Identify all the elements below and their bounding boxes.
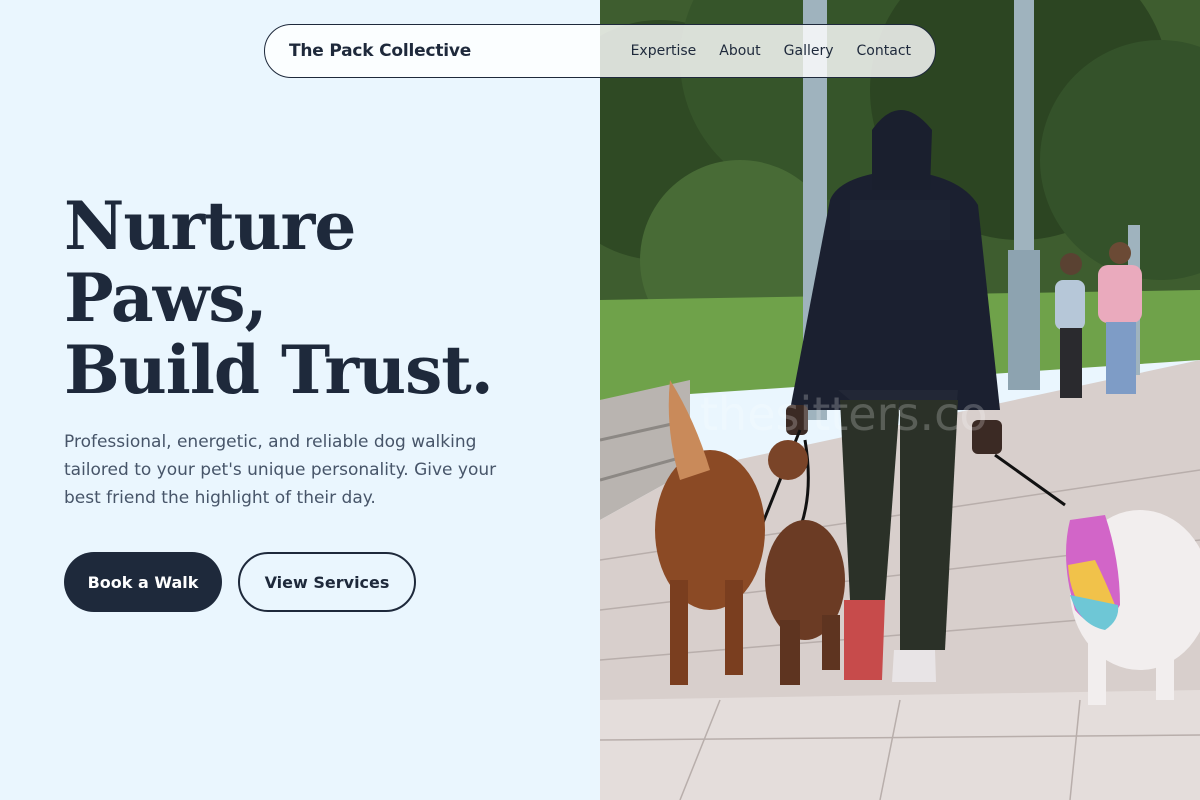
headline-line-3: Build Trust. — [64, 331, 494, 409]
photo-watermark: thesitters.co — [700, 387, 988, 441]
nav-links: Expertise About Gallery Contact — [631, 43, 911, 59]
brand-logo[interactable]: The Pack Collective — [289, 41, 471, 61]
nav-link-contact[interactable]: Contact — [857, 43, 911, 59]
hero-description: Professional, energetic, and reliable do… — [64, 432, 497, 508]
book-walk-button[interactable]: Book a Walk — [64, 552, 222, 612]
headline-line-1: Nurture — [64, 187, 356, 265]
hero-headline: Nurture Paws, Build Trust. — [64, 190, 544, 406]
top-navbar: The Pack Collective Expertise About Gall… — [264, 24, 936, 78]
view-services-button[interactable]: View Services — [238, 552, 416, 612]
nav-link-about[interactable]: About — [719, 43, 760, 59]
hero-photo: thesitters.co — [600, 0, 1200, 800]
headline-line-2: Paws, — [64, 259, 268, 337]
nav-link-gallery[interactable]: Gallery — [784, 43, 834, 59]
nav-link-expertise[interactable]: Expertise — [631, 43, 697, 59]
